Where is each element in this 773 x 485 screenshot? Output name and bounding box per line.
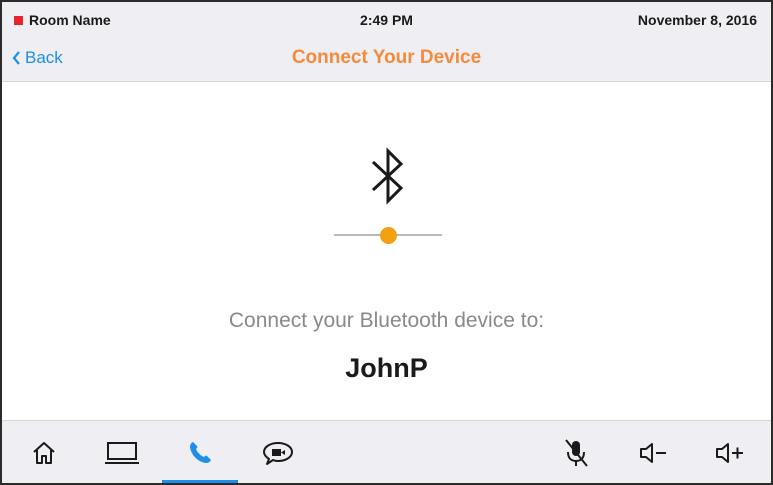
phone-icon [190,441,211,463]
main-content: Connect your Bluetooth device to: JohnP [2,83,771,418]
nav-laptop-button[interactable] [92,421,152,483]
back-label: Back [25,48,63,67]
nav-home-button[interactable] [14,421,74,483]
mic-muted-icon [565,438,588,467]
header: Back Connect Your Device [2,38,771,82]
chevron-left-icon [12,51,20,65]
bluetooth-icon [371,147,404,205]
touch-panel-screen: Room Name 2:49 PM November 8, 2016 Back … [0,0,773,485]
room-status-indicator [14,15,23,25]
back-button[interactable]: Back [12,48,63,68]
status-bar: Room Name 2:49 PM November 8, 2016 [2,2,771,38]
pairing-progress [334,227,442,244]
volume-down-button[interactable] [624,421,684,483]
date: November 8, 2016 [637,12,757,28]
progress-indicator [380,227,397,244]
room-name: Room Name [29,12,111,28]
home-icon [33,441,55,464]
volume-up-button[interactable] [700,421,760,483]
nav-phone-button[interactable] [162,421,238,483]
video-chat-icon [263,441,293,465]
mic-mute-button[interactable] [546,421,606,483]
bottom-nav [2,420,771,483]
device-name: JohnP [345,353,428,383]
laptop-icon [105,441,139,464]
volume-down-icon [640,442,666,463]
nav-video-chat-button[interactable] [248,421,308,483]
page-title: Connect Your Device [291,47,482,68]
connect-prompt: Connect your Bluetooth device to: [228,309,545,332]
volume-up-icon [716,442,743,463]
room-label: Room Name [14,12,111,28]
